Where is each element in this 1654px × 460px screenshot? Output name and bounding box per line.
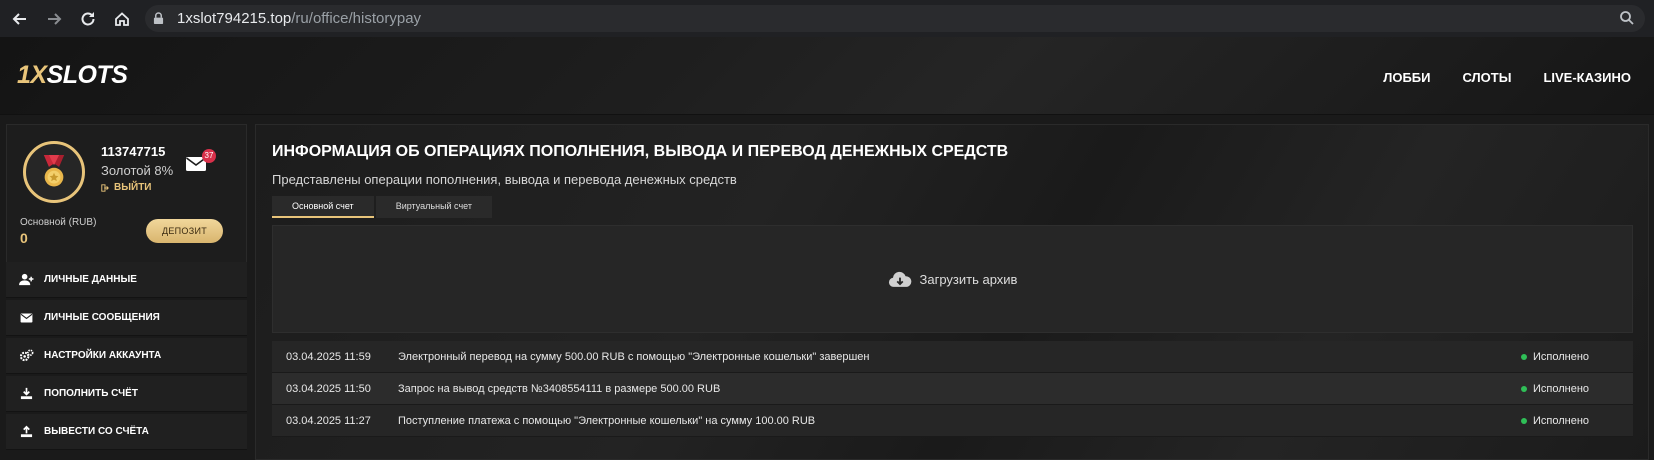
download-archive-button[interactable]: Загрузить архив — [272, 225, 1633, 333]
url-text: 1xslot794215.top/ru/office/historypay — [177, 10, 421, 27]
profile-card: 113747715 Золотой 8% ВЫЙТИ 37 Основной (… — [6, 124, 247, 268]
sidebar-item-label: ПОПОЛНИТЬ СЧЁТ — [44, 388, 138, 399]
messages-count-badge: 37 — [202, 149, 216, 163]
url-host: 1xslot794215.top — [177, 10, 292, 27]
avatar — [23, 141, 85, 203]
sidebar-item-withdraw[interactable]: ВЫВЕСТИ СО СЧЁТА — [6, 414, 247, 450]
status-label: Исполнено — [1533, 414, 1590, 427]
status-badge: Исполнено — [1521, 351, 1633, 363]
nav-lobby[interactable]: ЛОББИ — [1383, 70, 1430, 85]
balance-label: Основной (RUB) — [20, 217, 97, 228]
status-dot-icon — [1521, 353, 1527, 360]
download-icon — [18, 387, 34, 401]
sidebar-item-account-settings[interactable]: НАСТРОЙКИ АККАУНТА — [6, 338, 247, 374]
nav-live-casino[interactable]: LIVE-КАЗИНО — [1543, 70, 1631, 85]
sidebar-item-label: ЛИЧНЫЕ СООБЩЕНИЯ — [44, 312, 160, 323]
browser-toolbar: 1xslot794215.top/ru/office/historypay — [0, 0, 1654, 37]
envelope-icon — [18, 311, 34, 325]
cloud-download-icon — [888, 271, 911, 287]
site-header: 1XSLOTS ЛОББИ СЛОТЫ LIVE-КАЗИНО — [0, 37, 1654, 115]
user-plus-icon — [18, 273, 34, 287]
sidebar-menu: ЛИЧНЫЕ ДАННЫЕ ЛИЧНЫЕ СООБЩЕНИЯ НАСТРОЙКИ… — [6, 262, 247, 452]
gears-icon — [18, 349, 34, 363]
logout-label: ВЫЙТИ — [114, 182, 152, 193]
status-dot-icon — [1521, 385, 1527, 392]
table-row[interactable]: 03.04.2025 11:50 Запрос на вывод средств… — [272, 373, 1633, 405]
status-badge: Исполнено — [1521, 415, 1633, 427]
top-nav: ЛОББИ СЛОТЫ LIVE-КАЗИНО — [1383, 70, 1631, 85]
url-path: /ru/office/historypay — [291, 10, 422, 27]
user-level: Золотой 8% — [101, 163, 174, 178]
status-dot-icon — [1521, 417, 1527, 424]
download-archive-label: Загрузить архив — [919, 271, 1018, 287]
tx-date: 03.04.2025 11:50 — [286, 382, 371, 395]
sidebar-item-deposit[interactable]: ПОПОЛНИТЬ СЧЁТ — [6, 376, 247, 412]
medal-icon — [43, 155, 65, 187]
table-row[interactable]: 03.04.2025 11:59 Электронный перевод на … — [272, 341, 1633, 373]
back-icon[interactable] — [6, 5, 34, 33]
table-row[interactable]: 03.04.2025 11:27 Поступление платежа с п… — [272, 405, 1633, 437]
user-id: 113747715 — [101, 144, 166, 159]
address-bar[interactable]: 1xslot794215.top/ru/office/historypay — [145, 5, 1645, 32]
sidebar-item-label: НАСТРОЙКИ АККАУНТА — [44, 350, 162, 361]
main-panel: ИНФОРМАЦИЯ ОБ ОПЕРАЦИЯХ ПОПОЛНЕНИЯ, ВЫВО… — [255, 124, 1649, 460]
page-subtitle: Представлены операции пополнения, вывода… — [272, 172, 737, 187]
balance-value: 0 — [20, 230, 28, 246]
tx-date: 03.04.2025 11:27 — [286, 414, 371, 427]
status-label: Исполнено — [1533, 350, 1590, 363]
tx-description: Запрос на вывод средств №3408554111 в ра… — [398, 382, 721, 395]
sidebar-item-label: ЛИЧНЫЕ ДАННЫЕ — [44, 274, 137, 285]
status-label: Исполнено — [1533, 382, 1590, 395]
search-icon[interactable] — [1619, 10, 1635, 26]
tab-main-account[interactable]: Основной счет — [272, 196, 374, 218]
logout-link[interactable]: ВЫЙТИ — [101, 182, 152, 193]
sidebar-item-label: ВЫВЕСТИ СО СЧЁТА — [44, 426, 149, 437]
nav-slots[interactable]: СЛОТЫ — [1462, 70, 1511, 85]
forward-icon[interactable] — [40, 5, 68, 33]
status-badge: Исполнено — [1521, 383, 1633, 395]
logo-part2: SLOTS — [46, 61, 128, 89]
sidebar-item-messages[interactable]: ЛИЧНЫЕ СООБЩЕНИЯ — [6, 300, 247, 336]
logo-part1: 1X — [17, 61, 47, 89]
transactions-list: 03.04.2025 11:59 Электронный перевод на … — [272, 341, 1633, 437]
site-logo[interactable]: 1XSLOTS — [17, 61, 128, 90]
tab-virtual-account[interactable]: Виртуальный счет — [375, 196, 492, 218]
tx-date: 03.04.2025 11:59 — [286, 350, 371, 363]
logout-icon — [101, 183, 109, 192]
deposit-button[interactable]: ДЕПОЗИТ — [146, 219, 223, 243]
upload-icon — [18, 425, 34, 439]
sidebar-item-personal-data[interactable]: ЛИЧНЫЕ ДАННЫЕ — [6, 262, 247, 298]
tx-description: Поступление платежа с помощью "Электронн… — [398, 414, 816, 427]
account-tabs: Основной счет Виртуальный счет — [272, 196, 492, 218]
lock-icon — [153, 12, 165, 26]
tx-description: Электронный перевод на сумму 500.00 RUB … — [398, 350, 870, 363]
reload-icon[interactable] — [74, 5, 102, 33]
home-icon[interactable] — [108, 5, 136, 33]
page-title: ИНФОРМАЦИЯ ОБ ОПЕРАЦИЯХ ПОПОЛНЕНИЯ, ВЫВО… — [272, 143, 1009, 160]
